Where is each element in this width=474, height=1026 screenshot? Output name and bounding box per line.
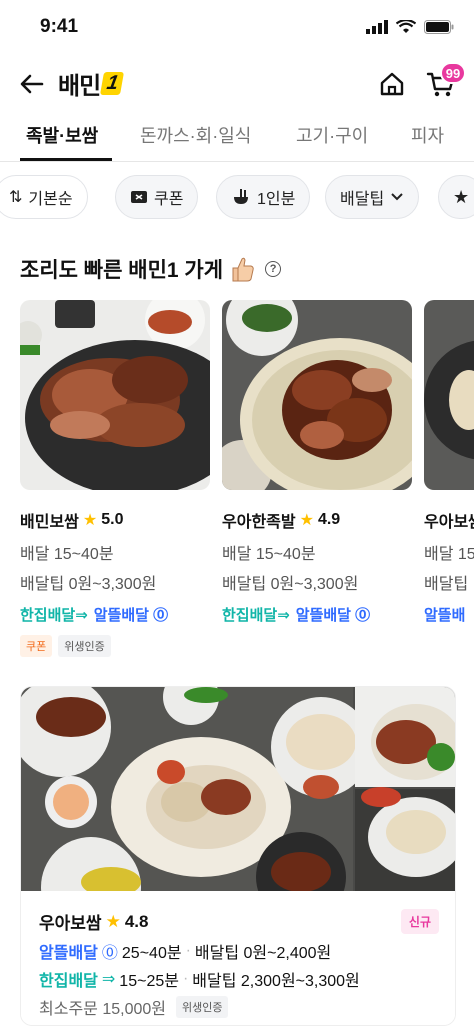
single-serving-icon	[234, 189, 248, 204]
altteul-delivery-badge: 알뜰배달 ⓪	[93, 607, 169, 624]
delivery-badges: 한집배달⇒ 알뜰배달 ⓪	[20, 604, 210, 625]
delivery-badges: 알뜰배	[424, 604, 474, 625]
delivery-tip-chip-label: 배달팁	[340, 191, 385, 208]
active-tab-indicator	[20, 158, 112, 161]
min-order-row: 최소주문 15,000원 위생인증	[39, 995, 229, 1019]
single-serving-chip-label: 1인분	[257, 191, 296, 208]
section-title: 조리도 빠른 배민1 가게 ?	[20, 254, 282, 284]
help-icon[interactable]: ?	[265, 261, 282, 277]
category-tabs: 족발·보쌈 돈까스·회·일식 고기·구이 피자	[0, 112, 474, 162]
sort-icon: ⇅	[9, 189, 23, 206]
house-run-icon: ⇒	[75, 607, 88, 624]
store-card[interactable]: 우아한족발 ★ 4.9 배달 15~40분 배달팁 0원~3,300원 한집배달…	[222, 300, 412, 625]
chevron-down-icon	[391, 193, 403, 201]
star-icon: ★	[82, 512, 98, 529]
delivery-tip-chip[interactable]: 배달팁	[325, 175, 420, 219]
tab-meat[interactable]: 고기·구이	[296, 122, 368, 148]
status-bar: 9:41	[0, 0, 474, 56]
tab-pizza[interactable]: 피자	[411, 122, 444, 148]
store-tags: 쿠폰 위생인증	[20, 635, 210, 657]
battery-icon	[424, 20, 454, 34]
store-card[interactable]: 배민보쌈 ★ 5.0 배달 15~40분 배달팁 0원~3,300원 한집배달⇒…	[20, 300, 210, 657]
store-photo	[222, 300, 412, 490]
rating-chip[interactable]: ★	[438, 175, 474, 219]
coupon-chip-label: 쿠폰	[154, 191, 184, 208]
star-icon: ★	[299, 512, 314, 529]
store-name-row: 우아한족발 ★ 4.9	[222, 508, 412, 532]
min-order: 최소주문 15,000원	[39, 1001, 166, 1018]
hanjip-label: 한집배달	[39, 973, 98, 990]
sort-chip-label: 기본순	[28, 191, 73, 208]
coupon-icon	[131, 191, 147, 203]
featured-store-info: 우아보쌈 ★ 4.8 신규 알뜰배달 ⓪ 25~40분 · 배달팁 0원~2,4…	[21, 891, 455, 1025]
brand-badge: 1	[100, 72, 125, 95]
thumbs-up-icon	[232, 257, 254, 282]
delivery-tip: 배달팁 0원~3,300원	[222, 576, 359, 593]
delivery-time: 배달 15~40분	[222, 546, 316, 563]
altteul-time: 25~40분	[121, 945, 182, 962]
store-name: 우아한족발	[222, 514, 296, 531]
store-card[interactable]: 우아보쌈 배달 15 배달팁 알뜰배	[424, 300, 474, 625]
brand-name: 배민	[58, 73, 101, 100]
star-icon: ★	[105, 911, 121, 931]
altteul-delivery-badge: 알뜰배	[424, 607, 466, 624]
hanjip-time: 15~25분	[119, 973, 179, 990]
wifi-icon	[396, 20, 416, 33]
house-run-icon: ⇒	[277, 607, 290, 624]
divider-dot: ·	[182, 970, 189, 987]
store-photo	[424, 300, 474, 490]
coupon-chip[interactable]: 쿠폰	[115, 175, 199, 219]
store-name-row: 우아보쌈 ★ 4.8	[39, 909, 148, 934]
won-coin-icon: ⓪	[153, 607, 169, 624]
back-arrow-icon[interactable]	[18, 70, 46, 98]
hanjip-tip: 배달팁 2,300원~3,300원	[192, 973, 360, 990]
hygiene-tag: 위생인증	[175, 996, 229, 1018]
delivery-time: 배달 15	[424, 546, 474, 563]
delivery-tip: 배달팁 0원~3,300원	[20, 576, 157, 593]
app-header: 배민 1 99	[0, 58, 474, 108]
delivery-time: 배달 15~40분	[20, 546, 114, 563]
altteul-delivery-badge: 알뜰배달 ⓪	[295, 607, 371, 624]
delivery-tip: 배달팁	[424, 576, 469, 593]
signal-icon	[366, 20, 388, 34]
sort-chip[interactable]: ⇅ 기본순	[0, 175, 88, 219]
store-name: 배민보쌈	[20, 514, 79, 531]
home-icon[interactable]	[378, 70, 406, 98]
store-photo-gallery	[21, 687, 455, 937]
store-rating: 5.0	[101, 511, 124, 528]
hanjip-delivery-badge: 한집배달⇒	[222, 607, 290, 624]
tab-donkatsu[interactable]: 돈까스·회·일식	[140, 122, 251, 148]
status-icons	[366, 20, 454, 34]
store-name: 우아보쌈	[424, 514, 474, 531]
altteul-row: 알뜰배달 ⓪ 25~40분 · 배달팁 0원~2,400원	[39, 939, 331, 963]
store-rating: 4.8	[124, 911, 149, 931]
filter-chips: ⇅ 기본순 쿠폰 1인분 배달팁 ★	[0, 175, 474, 221]
star-icon: ★	[453, 186, 470, 207]
cart-count-badge: 99	[440, 62, 466, 84]
new-badge: 신규	[400, 909, 439, 934]
status-time: 9:41	[40, 16, 79, 37]
store-rating: 4.9	[317, 511, 341, 528]
won-coin-icon: ⓪	[101, 945, 118, 962]
delivery-badges: 한집배달⇒ 알뜰배달 ⓪	[222, 604, 412, 625]
section-title-text: 조리도 빠른 배민1 가게	[20, 259, 224, 282]
tab-jokbal-bossam[interactable]: 족발·보쌈	[26, 122, 98, 148]
single-serving-chip[interactable]: 1인분	[216, 175, 311, 219]
won-coin-icon: ⓪	[355, 607, 371, 624]
store-photo	[20, 300, 210, 490]
brand-logo: 배민 1	[58, 66, 125, 101]
featured-store-card[interactable]: 우아보쌈 ★ 4.8 신규 알뜰배달 ⓪ 25~40분 · 배달팁 0원~2,4…	[20, 686, 456, 1026]
divider-dot: ·	[185, 942, 191, 959]
store-name-row: 우아보쌈	[424, 508, 474, 532]
store-name: 우아보쌈	[39, 914, 102, 933]
hanjip-row: 한집배달 ⇒ 15~25분 · 배달팁 2,300원~3,300원	[39, 967, 360, 991]
hanjip-delivery-badge: 한집배달⇒	[20, 607, 88, 624]
altteul-tip: 배달팁 0원~2,400원	[194, 945, 332, 962]
house-run-icon: ⇒	[101, 971, 116, 988]
hygiene-tag: 위생인증	[58, 635, 111, 657]
coupon-tag: 쿠폰	[20, 635, 53, 657]
store-name-row: 배민보쌈 ★ 5.0	[20, 508, 210, 532]
altteul-label: 알뜰배달	[39, 945, 98, 962]
